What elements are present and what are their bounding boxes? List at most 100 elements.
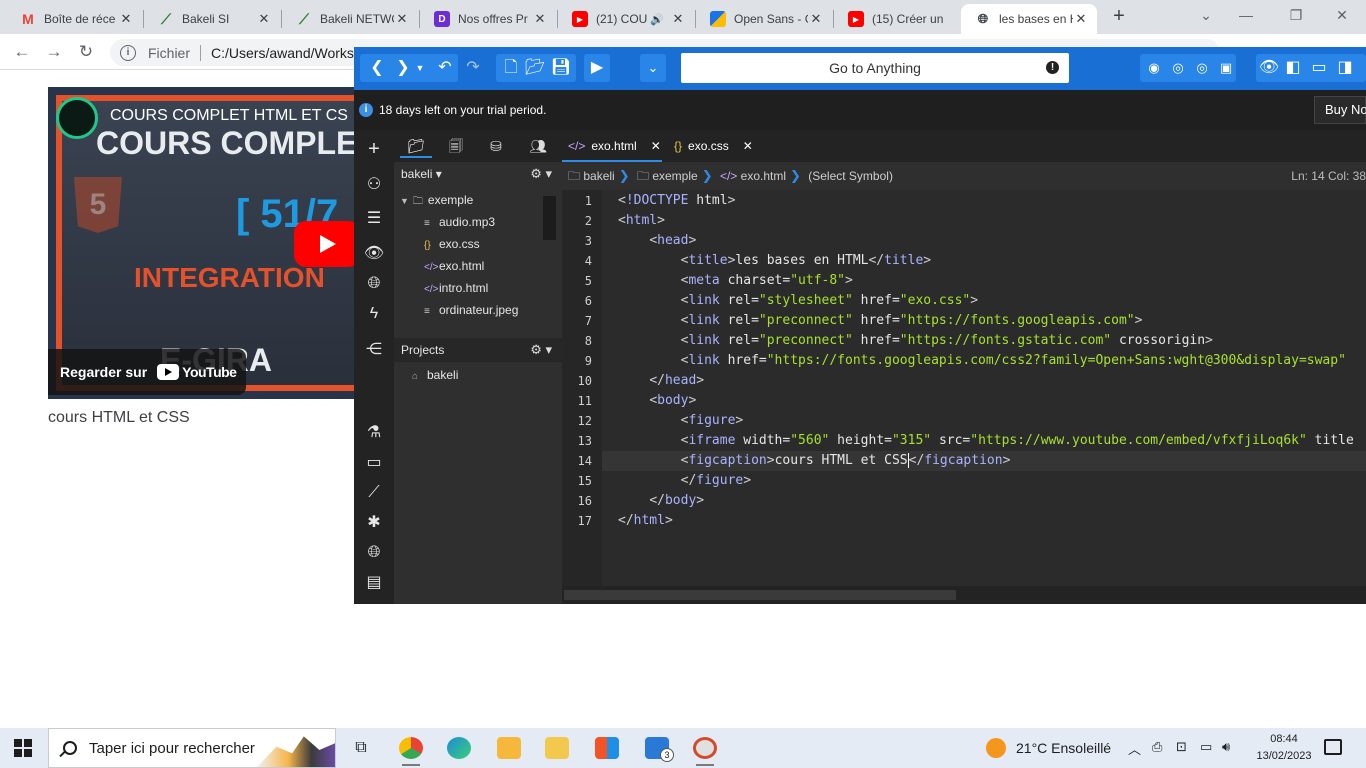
forward-arrow-icon[interactable]: ❯ <box>392 55 414 81</box>
bottom-pane-icon[interactable]: ▭ <box>1308 55 1330 81</box>
code-line[interactable]: </figure> <box>618 471 751 491</box>
watch-on-youtube-button[interactable]: Regarder sur YouTube <box>48 349 246 395</box>
battery-icon[interactable]: ▭ <box>1200 739 1212 755</box>
browser-tab-bakeli-network[interactable]: ⟋ Bakeli NETWO ✕ <box>282 4 418 34</box>
lightning-icon[interactable]: ϟ <box>362 303 386 325</box>
code-line[interactable]: <link rel="preconnect" href="https://fon… <box>618 311 1143 331</box>
speaker-icon[interactable]: 🔊 <box>650 13 664 26</box>
microsoft-store-icon[interactable] <box>590 734 624 762</box>
mail-icon[interactable]: 3 <box>640 734 674 762</box>
run-icon[interactable]: ▶ <box>586 55 608 81</box>
gear-icon[interactable]: ⚙ ▾ <box>530 166 552 182</box>
forward-button[interactable]: → <box>42 40 66 64</box>
close-tab-icon[interactable]: ✕ <box>256 11 272 27</box>
chrome-icon[interactable] <box>394 734 428 766</box>
horizontal-scrollbar[interactable] <box>562 586 1366 604</box>
chevron-up-icon[interactable]: ︿ <box>1128 739 1141 758</box>
code-line[interactable]: <link rel="preconnect" href="https://fon… <box>618 331 1213 351</box>
globe-icon[interactable]: 🌐︎ <box>362 273 386 295</box>
breadcrumb-item[interactable]: exemple <box>652 169 697 183</box>
reload-button[interactable]: ↻ <box>74 40 98 64</box>
file-row[interactable]: </>exo.html <box>424 256 484 276</box>
close-tab-icon[interactable]: ✕ <box>532 11 548 27</box>
share-icon[interactable]: ⋲ <box>362 339 386 361</box>
meet-icon[interactable]: ⎙ <box>1152 739 1162 755</box>
clock[interactable]: 08:44 13/02/2023 <box>1256 731 1312 765</box>
file-tree-scrollbar[interactable] <box>543 196 556 240</box>
alert-icon[interactable]: ! <box>1046 61 1059 74</box>
sublime-icon[interactable] <box>492 734 526 762</box>
eye-icon[interactable]: 👁︎ <box>1258 55 1280 81</box>
tab-exo-css[interactable]: {} exo.css ✕ <box>668 130 758 162</box>
code-line[interactable]: <head> <box>618 231 696 251</box>
new-tab-button[interactable]: + <box>1108 5 1130 27</box>
code-line[interactable]: <link rel="stylesheet" href="exo.css"> <box>618 291 978 311</box>
close-window-button[interactable]: ✕ <box>1322 4 1362 26</box>
code-line[interactable]: <iframe width="560" height="315" src="ht… <box>618 431 1354 451</box>
maximize-button[interactable]: ❐ <box>1276 4 1316 26</box>
project-row[interactable]: ⌂ bakeli <box>412 365 458 385</box>
close-tab-icon[interactable]: ✕ <box>670 11 686 27</box>
buy-now-button[interactable]: Buy No <box>1314 96 1366 124</box>
komodo-icon[interactable] <box>688 734 722 766</box>
go-to-anything-input[interactable]: Go to Anything ! <box>681 53 1069 83</box>
terminal-icon[interactable]: ▭ <box>362 452 386 474</box>
browser-tab-active[interactable]: 🌐︎ les bases en H ✕ <box>961 4 1097 34</box>
close-tab-icon[interactable]: ✕ <box>1073 11 1089 27</box>
code-line[interactable]: <title>les bases en HTML</title> <box>618 251 931 271</box>
channel-avatar[interactable] <box>56 97 98 139</box>
save-macro-icon[interactable]: ▣ <box>1216 55 1236 81</box>
breadcrumb-item[interactable]: bakeli <box>583 169 614 183</box>
left-pane-icon[interactable]: ◧ <box>1282 55 1304 81</box>
code-line[interactable]: <body> <box>618 391 696 411</box>
close-tab-icon[interactable]: ✕ <box>394 11 410 27</box>
play-macro-icon[interactable]: ◎ <box>1192 55 1212 81</box>
file-row[interactable]: {} exo.css <box>424 234 480 254</box>
database-icon[interactable]: ⛁ <box>480 134 512 158</box>
edge-icon[interactable] <box>442 734 476 762</box>
chevron-down-icon[interactable]: ⌄ <box>642 55 664 81</box>
code-line[interactable]: <!DOCTYPE html> <box>618 191 735 211</box>
list-icon[interactable]: ☰ <box>362 208 386 230</box>
code-line[interactable]: <figcaption>cours HTML et CSS</figcaptio… <box>602 451 1366 471</box>
code-line[interactable]: </body> <box>618 491 704 511</box>
close-tab-icon[interactable]: ✕ <box>651 139 661 153</box>
browser-tab-bakeli-si[interactable]: ⟋ Bakeli SI ✕ <box>144 4 280 34</box>
file-row[interactable]: ≡ ordinateur.jpeg <box>424 300 518 320</box>
regex-icon[interactable]: ✱ <box>362 512 386 534</box>
breadcrumb-item[interactable]: exo.html <box>741 169 786 183</box>
browser-tab-offres[interactable]: D Nos offres Pr ✕ <box>420 4 556 34</box>
network-icon[interactable]: ⊡ <box>1176 739 1187 755</box>
file-row[interactable]: ≡ audio.mp3 <box>424 212 495 232</box>
book-icon[interactable]: ▤ <box>362 572 386 594</box>
close-tab-icon[interactable]: ✕ <box>743 139 753 153</box>
toolbox-icon[interactable]: ⚇ <box>362 174 386 196</box>
undo-icon[interactable]: ↶ <box>434 55 456 81</box>
eye-icon[interactable]: 👁︎ <box>362 243 386 265</box>
folder-row[interactable]: ▼ 🗀 exemple <box>400 190 473 210</box>
project-selector[interactable]: bakeli ▾ <box>401 164 442 184</box>
tab-search-icon[interactable]: ⌄ <box>1186 4 1226 26</box>
new-file-icon[interactable]: 🗋 <box>500 55 522 81</box>
code-line[interactable]: <html> <box>618 211 665 231</box>
notification-icon[interactable] <box>1324 739 1342 755</box>
save-icon[interactable]: 💾︎ <box>550 55 572 81</box>
minimize-button[interactable]: — <box>1226 4 1266 26</box>
play-button[interactable] <box>294 221 360 267</box>
browser-tab-youtube-2[interactable]: ▶ (15) Créer un <box>834 4 960 34</box>
redo-icon[interactable]: ↷ <box>462 55 484 81</box>
taskbar-search-box[interactable]: Taper ici pour rechercher <box>48 728 336 768</box>
back-button[interactable]: ← <box>10 40 34 64</box>
code-line[interactable]: <link href="https://fonts.googleapis.com… <box>618 351 1346 371</box>
record-macro-icon[interactable]: ◉ <box>1144 55 1164 81</box>
info-icon[interactable]: i <box>120 44 136 61</box>
documents-icon[interactable]: 🗐 <box>440 134 472 158</box>
browser-tab-open-sans[interactable]: Open Sans - G ✕ <box>696 4 832 34</box>
places-folder-icon[interactable]: 📁︎ <box>400 134 432 158</box>
file-explorer-icon[interactable] <box>540 734 574 762</box>
video-title[interactable]: COURS COMPLET HTML ET CS <box>110 107 348 125</box>
code-line[interactable]: <figure> <box>618 411 744 431</box>
stop-macro-icon[interactable]: ◎ <box>1168 55 1188 81</box>
back-arrow-icon[interactable]: ❮ <box>366 55 388 81</box>
browser-tab-youtube-1[interactable]: ▶ (21) COU 🔊 ✕ <box>558 4 694 34</box>
